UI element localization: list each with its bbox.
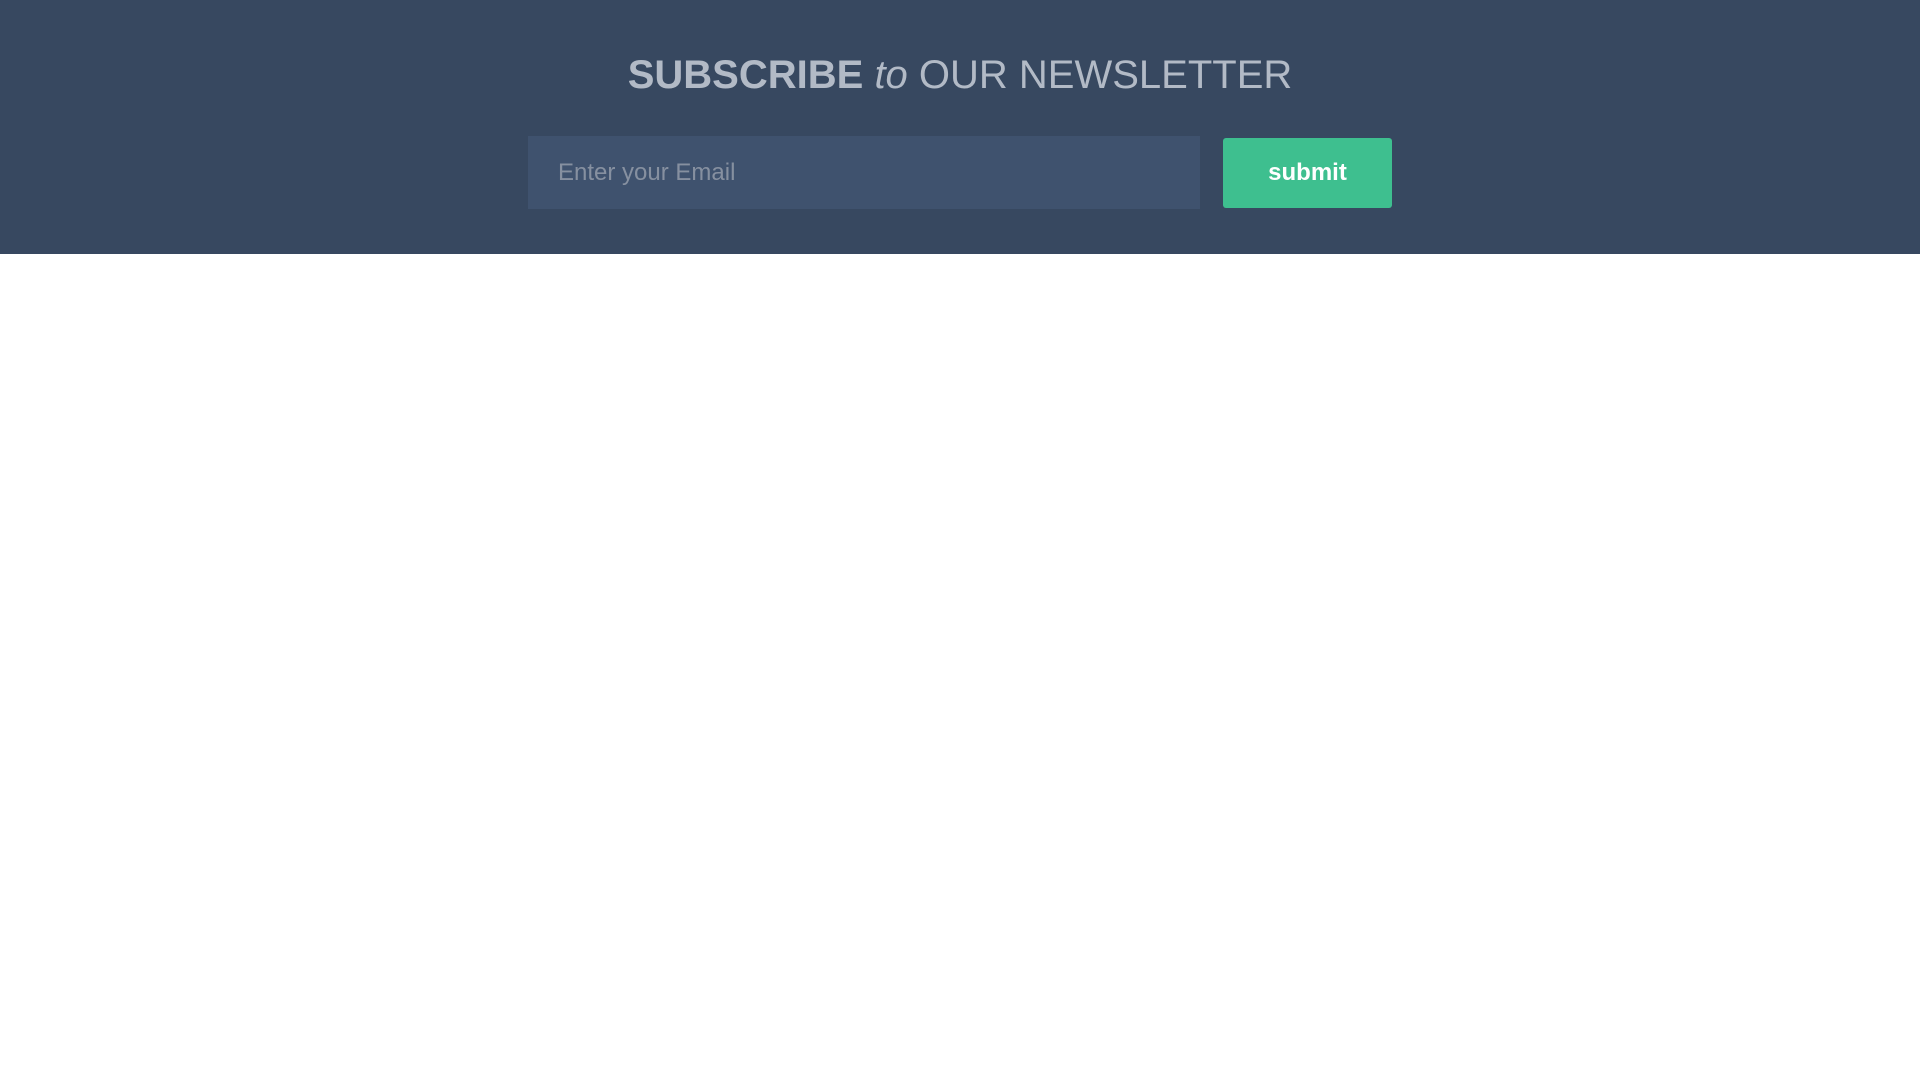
title-rest: OUR NEWSLETTER	[918, 53, 1293, 97]
title-em: to	[874, 53, 908, 97]
title-strong: SUBSCRIBE	[627, 53, 864, 97]
newsletter-title: SUBSCRIBE to OUR NEWSLETTER	[0, 50, 1920, 100]
email-input[interactable]	[528, 136, 1200, 209]
submit-button[interactable]: submit	[1223, 138, 1392, 208]
newsletter-banner: SUBSCRIBE to OUR NEWSLETTER submit	[0, 0, 1920, 254]
